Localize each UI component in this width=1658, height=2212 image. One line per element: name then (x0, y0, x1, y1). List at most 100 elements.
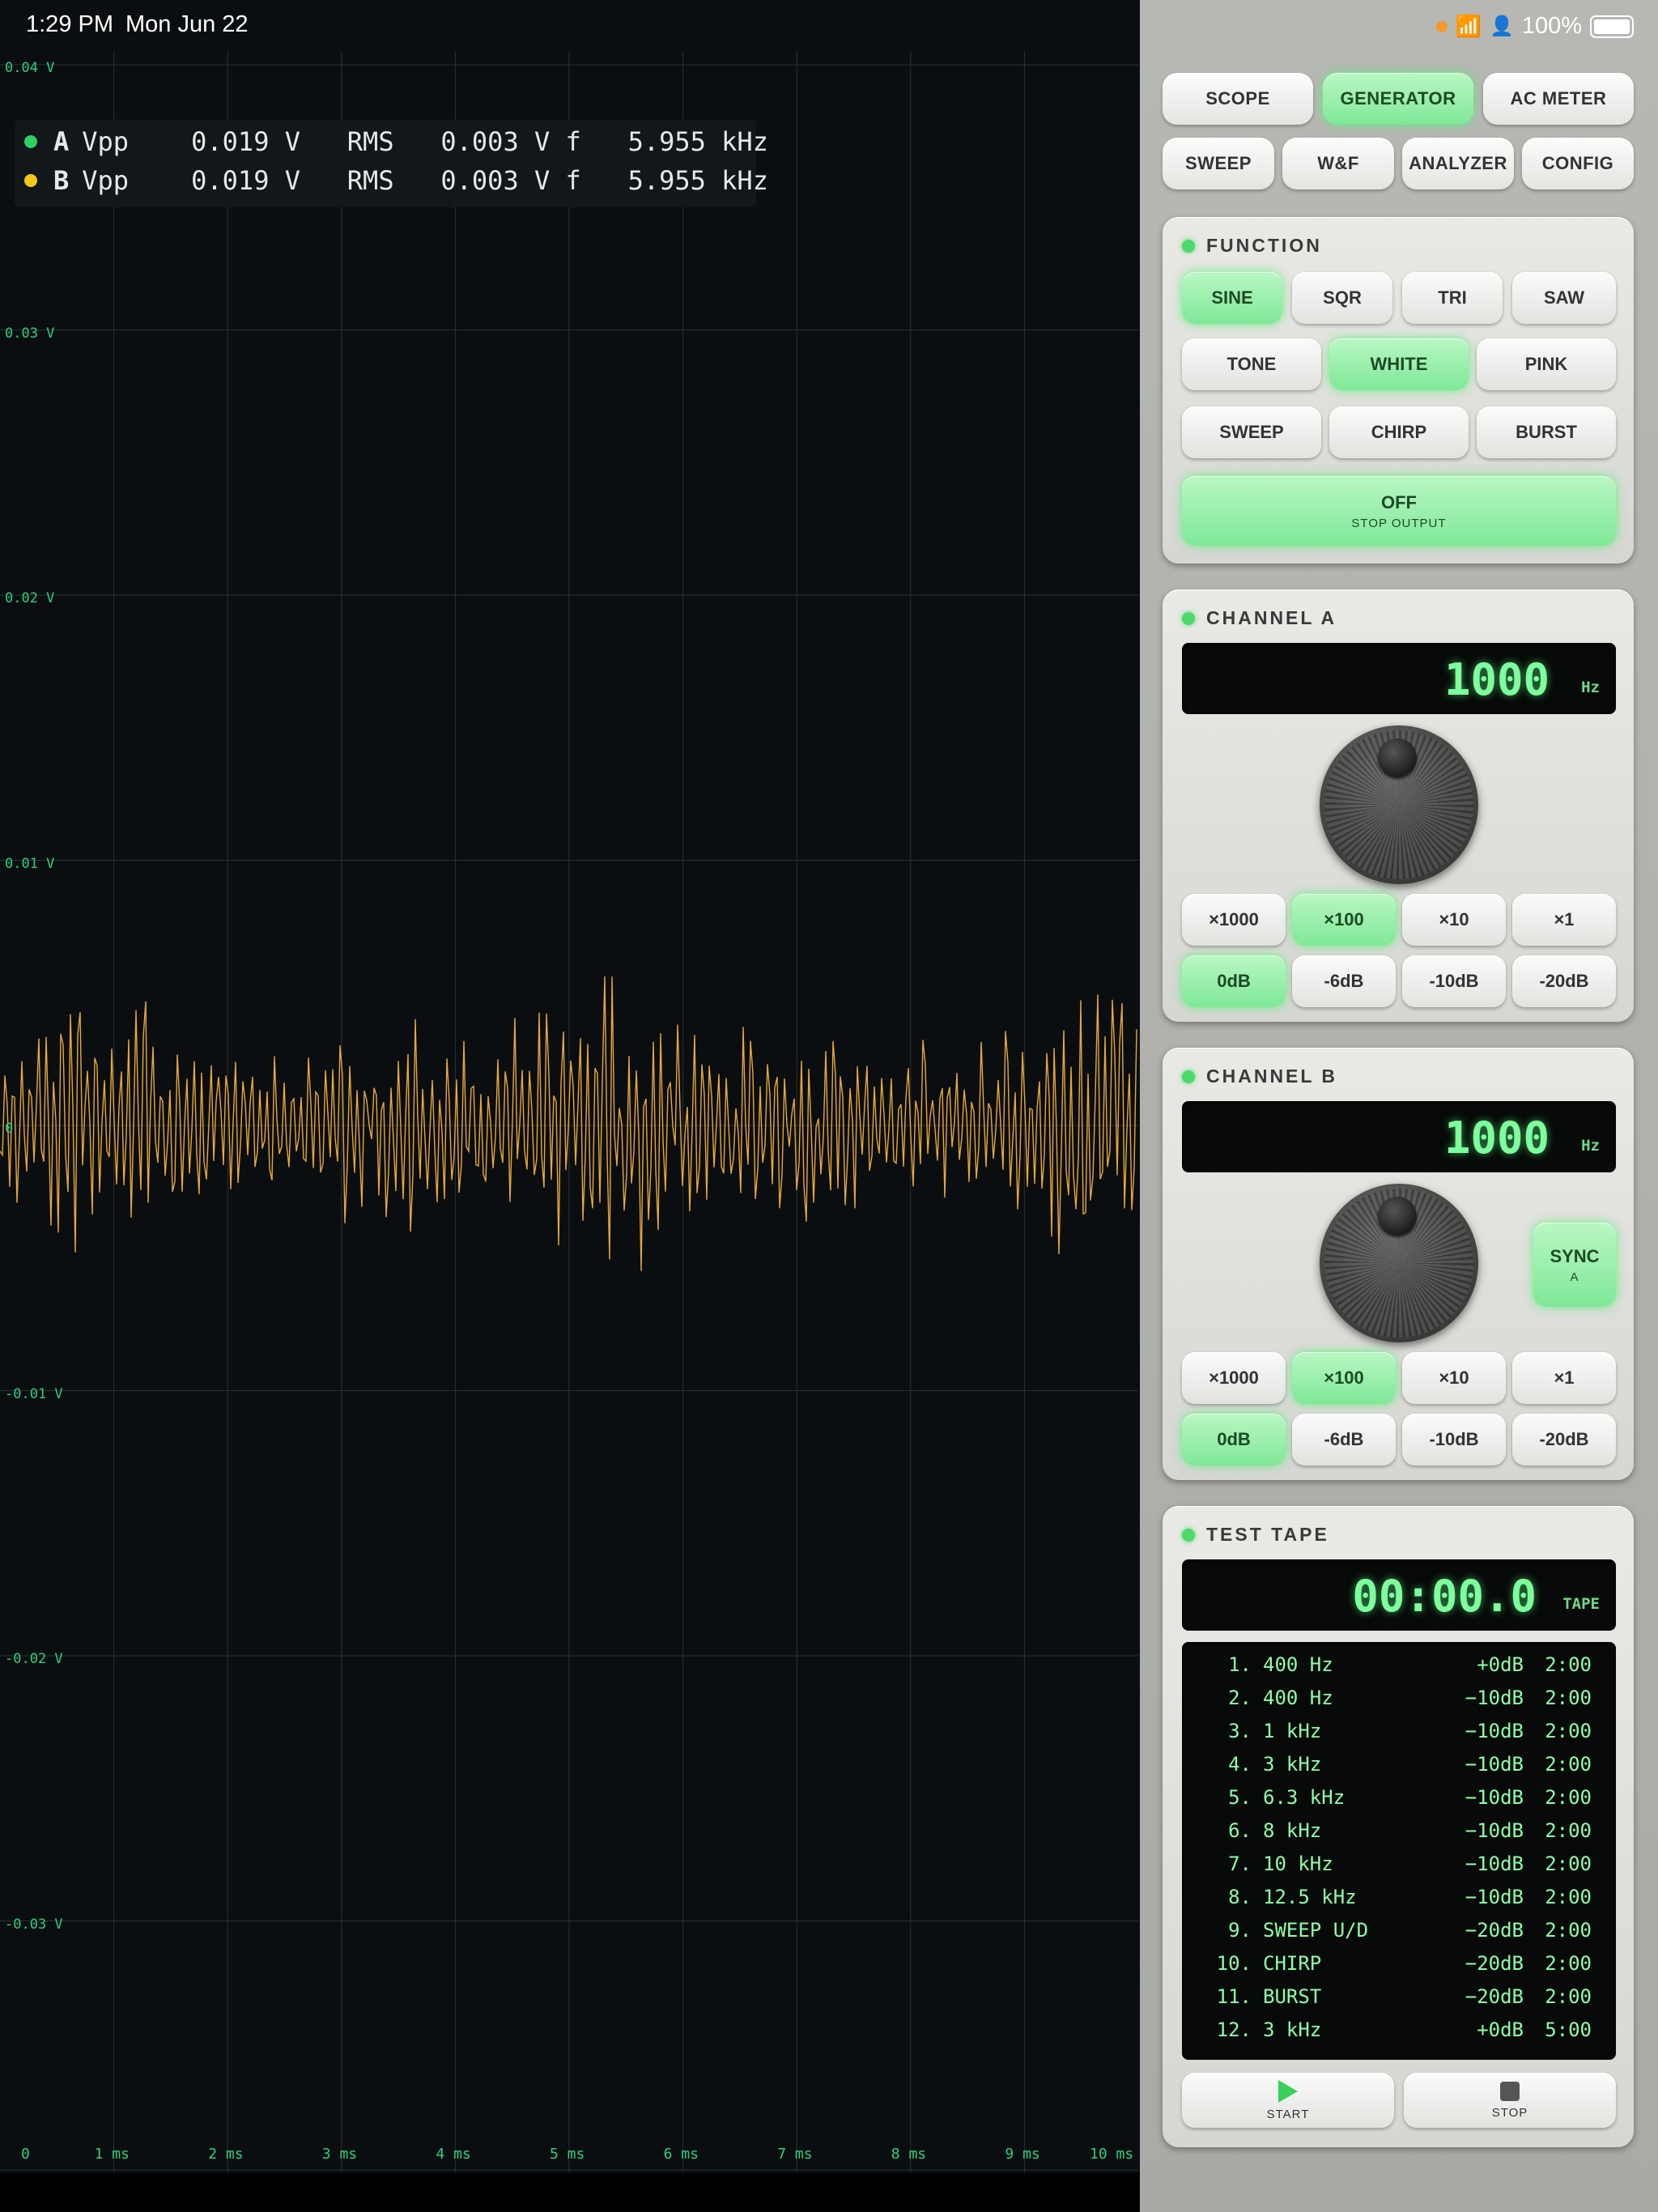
track-duration: 2:00 (1545, 1886, 1592, 1908)
status-indicators: 📶 👤 100% (1435, 13, 1634, 40)
tape-track-row[interactable]: 11. BURST −20dB 2:00 (1182, 1980, 1616, 2013)
nav-scope-button[interactable]: SCOPE (1163, 73, 1313, 125)
channel-a-0db-button[interactable]: 0dB (1182, 955, 1286, 1007)
tape-track-row[interactable]: 12. 3 kHz +0dB 5:00 (1182, 2014, 1616, 2046)
channel-b-minus10db-button[interactable]: -10dB (1402, 1414, 1506, 1465)
channel-a-frequency-knob[interactable] (1320, 725, 1478, 884)
status-led-icon (1182, 1528, 1195, 1542)
track-number: 11. (1216, 1985, 1252, 2008)
channel-a-minus10db-button[interactable]: -10dB (1402, 955, 1506, 1007)
battery-percent: 100% (1521, 13, 1582, 39)
function-sine-button[interactable]: SINE (1182, 272, 1282, 324)
function-burst-button[interactable]: BURST (1477, 406, 1616, 458)
output-off-button[interactable]: OFF STOP OUTPUT (1182, 476, 1616, 546)
channel-b-frequency-knob[interactable] (1320, 1184, 1478, 1342)
x-tick-label: 8 ms (891, 2146, 927, 2163)
channel-b-x1000-button[interactable]: ×1000 (1182, 1352, 1286, 1404)
vpp-value: 0.019 V (191, 165, 300, 196)
tape-track-row[interactable]: 4. 3 kHz −10dB 2:00 (1182, 1748, 1616, 1780)
track-level: +0dB (1477, 2018, 1524, 2041)
channel-a-dot (24, 135, 37, 148)
recording-indicator-icon (1435, 20, 1448, 32)
channel-b-sync-button[interactable]: SYNC A (1533, 1223, 1616, 1307)
track-number: 1. (1228, 1653, 1252, 1676)
nav-wf-button[interactable]: W&F (1282, 138, 1394, 189)
readout-channel: B (53, 165, 70, 196)
y-tick-label: -0.03 V (5, 1916, 63, 1933)
tape-track-row[interactable]: 8. 12.5 kHz −10dB 2:00 (1182, 1881, 1616, 1913)
tape-track-row[interactable]: 6. 8 kHz −10dB 2:00 (1182, 1814, 1616, 1847)
track-name: 3 kHz (1263, 1753, 1322, 1776)
freq-label: f (565, 165, 581, 196)
tape-track-row[interactable]: 7. 10 kHz −10dB 2:00 (1182, 1848, 1616, 1880)
x-tick-label: 6 ms (663, 2146, 699, 2163)
nav-ac-meter-button[interactable]: AC METER (1483, 73, 1634, 125)
track-number: 2. (1228, 1687, 1252, 1709)
scope-display[interactable]: 0.04 V 0.03 V 0.02 V 0.01 V 0 -0.01 V -0.02 V -… (0, 52, 1140, 2173)
channel-a-x10-button[interactable]: ×10 (1402, 894, 1506, 946)
function-white-button[interactable]: WHITE (1329, 338, 1469, 390)
channel-b-minus20db-button[interactable]: -20dB (1512, 1414, 1616, 1465)
wifi-icon: 📶 (1455, 14, 1482, 38)
track-name: 8 kHz (1263, 1819, 1322, 1842)
tape-track-row[interactable]: 10. CHIRP −20dB 2:00 (1182, 1947, 1616, 1980)
vpp-label: Vpp (82, 165, 130, 196)
function-tone-button[interactable]: TONE (1182, 338, 1321, 390)
track-level: −20dB (1465, 1919, 1524, 1942)
y-tick-label: 0.02 V (5, 590, 55, 606)
y-tick-label: 0.01 V (5, 855, 55, 872)
nav-sweep-button[interactable]: SWEEP (1163, 138, 1274, 189)
y-tick-label: 0.04 V (5, 60, 55, 76)
channel-a-minus6db-button[interactable]: -6dB (1292, 955, 1396, 1007)
tape-track-row[interactable]: 5. 6.3 kHz −10dB 2:00 (1182, 1781, 1616, 1814)
channel-b-x10-button[interactable]: ×10 (1402, 1352, 1506, 1404)
nav-generator-button[interactable]: GENERATOR (1323, 73, 1473, 125)
x-tick-label: 2 ms (208, 2146, 244, 2163)
tape-start-button[interactable]: START (1182, 2073, 1394, 2128)
tape-track-row[interactable]: 9. SWEEP U/D −20dB 2:00 (1182, 1914, 1616, 1946)
stop-label: STOP (1491, 2105, 1528, 2120)
function-chirp-button[interactable]: CHIRP (1329, 406, 1469, 458)
nav-analyzer-button[interactable]: ANALYZER (1402, 138, 1514, 189)
channel-a-x1000-button[interactable]: ×1000 (1182, 894, 1286, 946)
track-name: BURST (1263, 1985, 1322, 2008)
frequency-value: 1000 (1443, 654, 1550, 705)
function-title: FUNCTION (1182, 235, 1322, 257)
track-duration: 2:00 (1545, 1985, 1592, 2008)
function-sqr-button[interactable]: SQR (1292, 272, 1392, 324)
x-tick-label: 3 ms (321, 2146, 358, 2163)
freq-value: 5.955 kHz (627, 126, 768, 157)
tape-stop-button[interactable]: STOP (1404, 2073, 1616, 2128)
channel-a-minus20db-button[interactable]: -20dB (1512, 955, 1616, 1007)
tape-track-row[interactable]: 3. 1 kHz −10dB 2:00 (1182, 1715, 1616, 1747)
channel-a-x100-button[interactable]: ×100 (1292, 894, 1396, 946)
output-off-label: OFF (1381, 491, 1417, 513)
track-level: −20dB (1465, 1952, 1524, 1975)
function-saw-button[interactable]: SAW (1512, 272, 1616, 324)
frequency-unit: Hz (1581, 1137, 1600, 1155)
tape-track-row[interactable]: 2. 400 Hz −10dB 2:00 (1182, 1682, 1616, 1714)
waveform-trace (0, 976, 1137, 1271)
x-tick-label: 0 (21, 2146, 30, 2163)
function-pink-button[interactable]: PINK (1477, 338, 1616, 390)
tape-track-row[interactable]: 1. 400 Hz +0dB 2:00 (1182, 1648, 1616, 1681)
track-duration: 2:00 (1545, 1720, 1592, 1742)
track-number: 7. (1228, 1853, 1252, 1875)
start-label: START (1266, 2107, 1310, 2121)
track-level: −10dB (1465, 1786, 1524, 1809)
channel-b-0db-button[interactable]: 0dB (1182, 1414, 1286, 1465)
track-level: −10dB (1465, 1687, 1524, 1709)
tape-track-list[interactable]: 1. 400 Hz +0dB 2:00 2. 400 Hz −10dB 2:00 3. 1 kHz… (1182, 1642, 1616, 2060)
frequency-value: 1000 (1443, 1112, 1550, 1163)
channel-b-x100-button[interactable]: ×100 (1292, 1352, 1396, 1404)
function-tri-button[interactable]: TRI (1402, 272, 1503, 324)
channel-a-card: CHANNEL A 1000 Hz ×1000 ×100 ×10 ×1 0dB … (1163, 589, 1634, 1022)
channel-b-x1-button[interactable]: ×1 (1512, 1352, 1616, 1404)
knob-grip-icon (1378, 1197, 1417, 1236)
status-date: Mon Jun 22 (125, 11, 249, 37)
channel-b-minus6db-button[interactable]: -6dB (1292, 1414, 1396, 1465)
channel-b-title: CHANNEL B (1182, 1066, 1337, 1087)
nav-config-button[interactable]: CONFIG (1522, 138, 1634, 189)
channel-a-x1-button[interactable]: ×1 (1512, 894, 1616, 946)
function-sweep-button[interactable]: SWEEP (1182, 406, 1321, 458)
